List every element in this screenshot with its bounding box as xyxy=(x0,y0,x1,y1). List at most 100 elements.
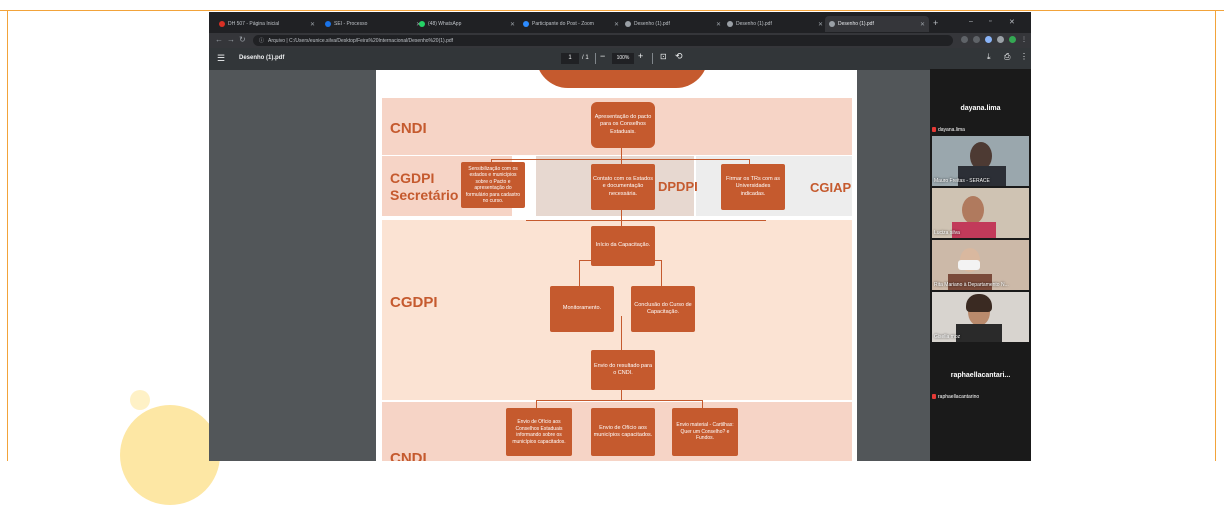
close-icon[interactable]: ✕ xyxy=(510,21,515,28)
tab-label: Desenho (1).pdf xyxy=(838,21,874,27)
participant-video[interactable]: Luciza silva xyxy=(932,188,1029,238)
toolbar-divider xyxy=(652,53,653,64)
browser-tab[interactable]: Participante do Post - Zoom ✕ xyxy=(519,16,623,32)
tab-favicon-icon xyxy=(625,21,631,27)
toolbar-divider xyxy=(595,53,596,64)
page-number-input[interactable]: 1 xyxy=(561,53,579,64)
menu-dots-icon[interactable]: ⋮ xyxy=(1021,36,1028,43)
tab-favicon-icon xyxy=(727,21,733,27)
participant-label: raphaellacantarino xyxy=(938,394,980,400)
section-label-cgdpi-main: CGDPI xyxy=(390,294,438,311)
reload-icon[interactable]: ↻ xyxy=(239,35,246,44)
participant-label: dayana.lima xyxy=(938,127,965,133)
hamburger-menu-icon[interactable]: ☰ xyxy=(217,53,225,64)
participant-label: Mauro Freitas - SERACE xyxy=(934,178,990,184)
connector-line xyxy=(621,210,622,226)
connector-line xyxy=(491,159,749,160)
minimize-icon[interactable]: – xyxy=(969,18,973,25)
new-tab-icon[interactable]: + xyxy=(933,18,938,28)
box-oficio-municipios: Envio de Ofício aos municípios capacitad… xyxy=(591,408,655,456)
info-icon: ⓘ xyxy=(259,38,265,44)
close-icon[interactable]: ✕ xyxy=(614,21,619,28)
address-bar: ← → ↻ ⓘ Arquivo | C:/Users/eunice.silva/D… xyxy=(209,33,1031,48)
connector-line xyxy=(621,390,622,400)
box-oficio-conselhos: Envio de Ofício aos Conselhos Estaduais … xyxy=(506,408,572,456)
section-label-cgdpi: CGDPI xyxy=(390,170,435,186)
pdf-toolbar: ☰ Desenho (1).pdf 1 / 1 − 100% + ⊡ ⟲ ⤓ ⎙… xyxy=(209,48,1031,70)
tab-label: (48) WhatsApp xyxy=(428,21,462,27)
participant-hair xyxy=(966,294,992,312)
box-sensibilizacao: Sensibilização com os estados e municípi… xyxy=(461,162,525,208)
pdf-viewer[interactable]: CNDI CGDPI Secretário DPDPI CGIAP CGDPI … xyxy=(209,70,1031,461)
browser-tab[interactable]: Desenho (1).pdf ✕ xyxy=(621,16,725,32)
participant-video[interactable]: Mauro Freitas - SERACE xyxy=(932,136,1029,186)
download-icon[interactable]: ⤓ xyxy=(987,52,991,62)
pdf-title: Desenho (1).pdf xyxy=(239,55,285,61)
browser-tab[interactable]: Desenho (1).pdf ✕ xyxy=(723,16,827,32)
tab-label: DH 507 - Página Inicial xyxy=(228,21,280,27)
url-input[interactable]: ⓘ Arquivo | C:/Users/eunice.silva/Desktop… xyxy=(253,35,953,46)
participant-video[interactable]: Rita Mariano à Departamento N... xyxy=(932,240,1029,290)
star-icon[interactable] xyxy=(973,36,980,43)
box-apresentacao: Apresentação do pacto para os Conselhos … xyxy=(591,102,655,148)
back-icon[interactable]: ← xyxy=(215,35,223,44)
forward-icon[interactable]: → xyxy=(227,35,235,44)
close-icon[interactable]: ✕ xyxy=(716,21,721,28)
box-inicio: Início da Capacitação. xyxy=(591,226,655,266)
tab-label: SEI - Processo xyxy=(334,21,368,27)
participant-face xyxy=(962,196,984,224)
tab-label: Desenho (1).pdf xyxy=(634,21,670,27)
participant-label: Luciza silva xyxy=(934,230,960,236)
fit-page-icon[interactable]: ⊡ xyxy=(660,52,667,61)
section-label-cgiap: CGIAP xyxy=(810,180,852,195)
participant-body xyxy=(956,324,1002,342)
print-icon[interactable]: ⎙ xyxy=(1004,52,1010,62)
url-text: Arquivo | C:/Users/eunice.silva/Desktop/… xyxy=(268,37,454,44)
section-label-secretario: Secretário xyxy=(390,187,459,203)
zoom-in-icon[interactable]: + xyxy=(638,51,643,61)
page-total: / 1 xyxy=(582,55,589,61)
browser-tab[interactable]: (48) WhatsApp ✕ xyxy=(415,16,519,32)
connector-line xyxy=(661,260,662,286)
tab-favicon-icon xyxy=(829,21,835,27)
browser-tab[interactable]: DH 507 - Página Inicial ✕ xyxy=(215,16,319,32)
close-icon[interactable]: ✕ xyxy=(920,21,925,28)
frame-top-line xyxy=(0,10,1224,11)
close-icon[interactable]: ✕ xyxy=(818,21,823,28)
participant-name: dayana.lima xyxy=(960,105,1001,112)
zoom-level-input[interactable]: 100% xyxy=(612,53,634,64)
tab-favicon-icon xyxy=(523,21,529,27)
rotate-icon[interactable]: ⟲ xyxy=(675,51,683,62)
puzzle-icon[interactable] xyxy=(997,36,1004,43)
tab-favicon-icon xyxy=(219,21,225,27)
diagram-header-shape xyxy=(536,70,708,88)
connector-line xyxy=(536,400,702,401)
connector-line xyxy=(526,220,766,221)
browser-tab-active[interactable]: Desenho (1).pdf ✕ xyxy=(825,16,929,32)
participant-name: raphaellacantari... xyxy=(950,372,1011,379)
participant-label: Gisella moz xyxy=(934,334,961,340)
participant-video[interactable]: Gisella moz xyxy=(932,292,1029,342)
pdf-page: CNDI CGDPI Secretário DPDPI CGIAP CGDPI … xyxy=(376,70,857,461)
more-options-icon[interactable]: ⋮ xyxy=(1020,52,1028,61)
participant-label: Rita Mariano à Departamento N... xyxy=(934,282,1009,288)
section-label-bottom: CNDI xyxy=(390,450,427,461)
close-icon[interactable]: ✕ xyxy=(310,21,315,28)
decorative-circle xyxy=(120,405,220,505)
maximize-icon[interactable]: ▫ xyxy=(989,18,991,25)
close-window-icon[interactable]: ✕ xyxy=(1009,18,1015,26)
box-monitoramento: Monitoramento. xyxy=(550,286,614,332)
frame-right-line xyxy=(1215,10,1216,461)
section-label-dpdpi: DPDPI xyxy=(658,179,698,194)
tab-label: Desenho (1).pdf xyxy=(736,21,772,27)
extension-icon[interactable] xyxy=(985,36,992,43)
participant-mask xyxy=(958,260,980,270)
tab-favicon-icon xyxy=(325,21,331,27)
box-material: Envio material - Cartilhas: Quer um Cons… xyxy=(672,408,738,456)
share-icon[interactable] xyxy=(961,36,968,43)
browser-tab[interactable]: SEI - Processo✕ xyxy=(321,16,425,32)
box-conclusao: Conclusão do Curso de Capacitação. xyxy=(631,286,695,332)
zoom-out-icon[interactable]: − xyxy=(600,51,605,61)
profile-avatar-icon[interactable] xyxy=(1009,36,1016,43)
tab-label: Participante do Post - Zoom xyxy=(532,21,594,27)
